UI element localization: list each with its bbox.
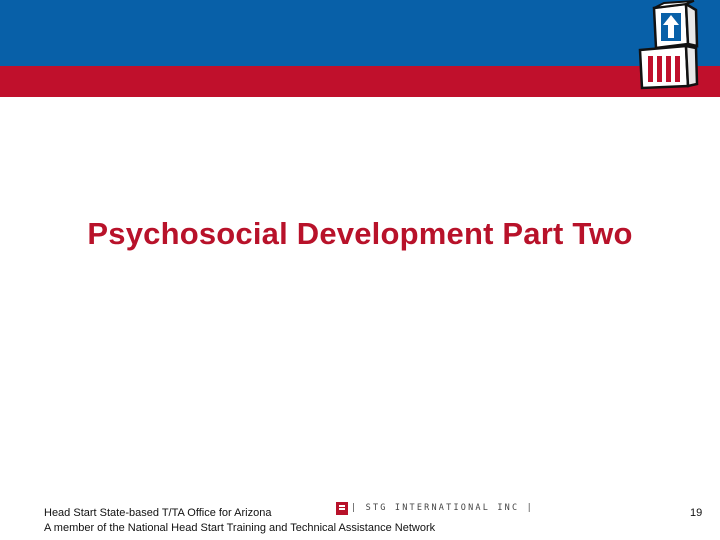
stg-logo-icon [336,501,348,515]
slide-title: Psychosocial Development Part Two [87,216,633,251]
header-red-band [0,66,720,97]
footer-office-line: Head Start State-based T/TA Office for A… [44,507,272,519]
head-start-blocks-logo-icon [638,0,699,90]
stg-logo: | STG INTERNATIONAL INC | [336,501,534,515]
stg-logo-text: | STG INTERNATIONAL INC | [351,503,534,513]
header-blue-band [0,0,720,66]
footer-network-line: A member of the National Head Start Trai… [44,522,436,534]
page-number: 19 [690,507,703,519]
